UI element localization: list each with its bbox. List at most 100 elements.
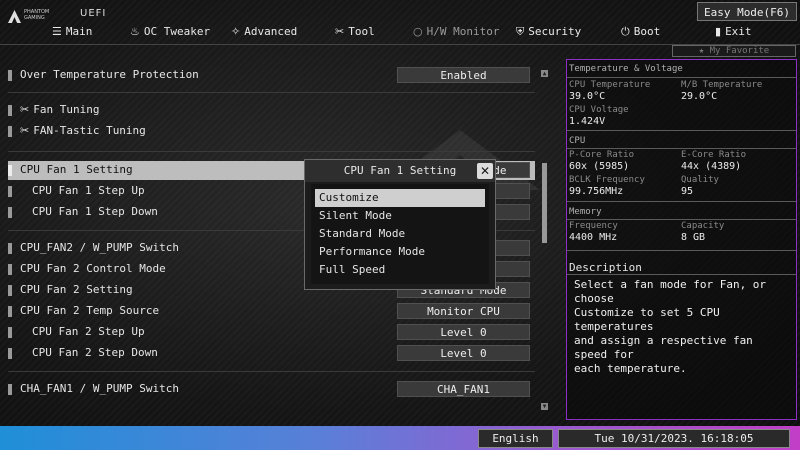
setting-label: CPU Fan 2 Step Down	[32, 346, 158, 359]
temp-voltage-header: Temperature & Voltage	[569, 64, 683, 74]
tab-label: Boot	[633, 25, 661, 38]
setting-label: CPU Fan 2 Step Up	[32, 325, 145, 338]
tab-boot[interactable]: ⏻ Boot	[621, 22, 660, 44]
row-marker	[8, 384, 12, 395]
setting-row-cpu-fan2-temp-source[interactable]: CPU Fan 2 Temp Source Monitor CPU	[8, 302, 535, 321]
language-button[interactable]: English	[478, 429, 553, 448]
my-favorite-button[interactable]: ★ My Favorite	[672, 45, 796, 57]
row-marker	[8, 243, 12, 254]
setting-label: CPU Fan 2 Setting	[20, 283, 133, 296]
setting-row-over-temp-protection[interactable]: Over Temperature Protection Enabled	[8, 66, 535, 85]
divider	[567, 77, 796, 78]
description-text: Select a fan mode for Fan, or choose Cus…	[574, 278, 767, 375]
power-icon: ⏻	[621, 25, 630, 38]
divider	[8, 371, 535, 372]
row-marker	[8, 264, 12, 275]
setting-value[interactable]: CHA_FAN1	[397, 381, 530, 397]
divider	[567, 250, 796, 251]
setting-value[interactable]: Enabled	[397, 67, 530, 83]
tab-main[interactable]: ☰ Main	[52, 22, 92, 44]
setting-value[interactable]: Level 0	[397, 324, 530, 340]
pcore-ratio-label: P-Core Ratio	[569, 150, 635, 160]
logo-text: PHANTOM GAMING	[24, 9, 50, 21]
pcore-ratio-value: 60x (5985)	[569, 161, 630, 172]
cpu-fan1-setting-popup: CPU Fan 1 Setting ✕ Customize Silent Mod…	[304, 159, 496, 290]
tab-label: Tool	[348, 25, 375, 38]
tab-oc-tweaker[interactable]: ♨ OC Tweaker	[130, 22, 210, 44]
wrench-screwdriver-icon: ✂	[20, 103, 30, 116]
row-marker	[8, 285, 12, 296]
cpu-header: CPU	[569, 136, 586, 146]
setting-label: CPU Fan 1 Setting	[20, 163, 133, 176]
setting-value[interactable]: Monitor CPU	[397, 303, 530, 319]
tab-label: Advanced	[244, 25, 298, 38]
divider	[567, 148, 796, 149]
setting-label: CHA_FAN1 / W_PUMP Switch	[20, 382, 179, 395]
divider	[8, 92, 535, 93]
tab-hw-monitor[interactable]: ○ H/W Monitor	[413, 22, 499, 44]
tab-label: Exit	[725, 25, 752, 38]
tab-advanced[interactable]: ✧ Advanced	[231, 22, 297, 44]
divider	[567, 201, 796, 202]
list-icon: ☰	[52, 25, 62, 38]
close-icon[interactable]: ✕	[477, 163, 493, 179]
tab-security[interactable]: ⛨ Security	[516, 22, 581, 44]
setting-label: ✂ FAN-Tastic Tuning	[20, 124, 146, 137]
setting-label: CPU Fan 2 Temp Source	[20, 304, 160, 317]
exit-icon: ▮	[715, 25, 722, 38]
row-marker	[8, 105, 12, 116]
row-marker	[8, 207, 12, 218]
option-full-speed[interactable]: Full Speed	[315, 261, 485, 279]
flame-icon: ♨	[130, 25, 140, 38]
settings-scrollbar[interactable]: ▲ ▼	[541, 68, 548, 413]
frequency-label: Frequency	[569, 221, 618, 231]
tab-label: Main	[65, 25, 93, 38]
bclk-label: BCLK Frequency	[569, 175, 645, 185]
setting-label-text: FAN-Tastic Tuning	[33, 124, 146, 137]
cpu-voltage-value: 1.424V	[569, 116, 606, 127]
setting-row-cha-fan1-pump-switch[interactable]: CHA_FAN1 / W_PUMP Switch CHA_FAN1	[8, 380, 535, 399]
scroll-thumb[interactable]	[542, 163, 547, 243]
easy-mode-button[interactable]: Easy Mode(F6)	[697, 2, 797, 21]
popup-title: CPU Fan 1 Setting	[305, 160, 495, 182]
row-marker	[8, 126, 12, 137]
setting-row-cpu-fan2-step-down[interactable]: CPU Fan 2 Step Down Level 0	[8, 344, 535, 363]
ecore-ratio-value: 44x (4389)	[681, 161, 742, 172]
setting-label-text: Fan Tuning	[33, 103, 100, 116]
setting-row-fan-tastic-tuning[interactable]: ✂ FAN-Tastic Tuning	[8, 122, 535, 141]
mb-temp-value: 29.0°C	[681, 91, 718, 102]
tab-tool[interactable]: ✂ Tool	[335, 22, 375, 44]
capacity-label: Capacity	[681, 221, 725, 231]
setting-label: CPU Fan 1 Step Up	[32, 184, 145, 197]
setting-value[interactable]: Level 0	[397, 345, 530, 361]
description-title: Description	[569, 261, 642, 274]
bclk-value: 99.756MHz	[569, 186, 624, 197]
monitor-ring-icon: ○	[413, 25, 423, 38]
tab-label: H/W Monitor	[426, 25, 500, 38]
row-marker	[8, 70, 12, 81]
divider	[567, 274, 796, 275]
divider	[8, 151, 535, 152]
top-navigation: ☰ Main ♨ OC Tweaker ✧ Advanced ✂ Tool ○ H/W M…	[0, 22, 800, 44]
setting-label: CPU Fan 2 Control Mode	[20, 262, 166, 275]
option-customize[interactable]: Customize	[315, 189, 485, 207]
ecore-ratio-label: E-Core Ratio	[681, 150, 747, 160]
quality-label: Quality	[681, 175, 719, 185]
divider	[567, 130, 796, 131]
tab-exit[interactable]: ▮ Exit	[715, 22, 752, 44]
option-silent-mode[interactable]: Silent Mode	[315, 207, 485, 225]
divider	[567, 219, 796, 220]
tools-icon: ✂	[335, 25, 345, 38]
cpu-temp-value: 39.0°C	[569, 91, 606, 102]
option-performance-mode[interactable]: Performance Mode	[315, 243, 485, 261]
row-marker	[8, 306, 12, 317]
cpu-temp-label: CPU Temperature	[569, 80, 651, 90]
scroll-down-arrow-icon[interactable]: ▼	[541, 403, 548, 410]
setting-row-cpu-fan2-step-up[interactable]: CPU Fan 2 Step Up Level 0	[8, 323, 535, 342]
shield-icon: ⛨	[516, 25, 525, 38]
setting-label: CPU_FAN2 / W_PUMP Switch	[20, 241, 179, 254]
option-standard-mode[interactable]: Standard Mode	[315, 225, 485, 243]
row-marker	[8, 327, 12, 338]
setting-row-fan-tuning[interactable]: ✂ Fan Tuning	[8, 101, 535, 120]
scroll-up-arrow-icon[interactable]: ▲	[541, 70, 548, 77]
